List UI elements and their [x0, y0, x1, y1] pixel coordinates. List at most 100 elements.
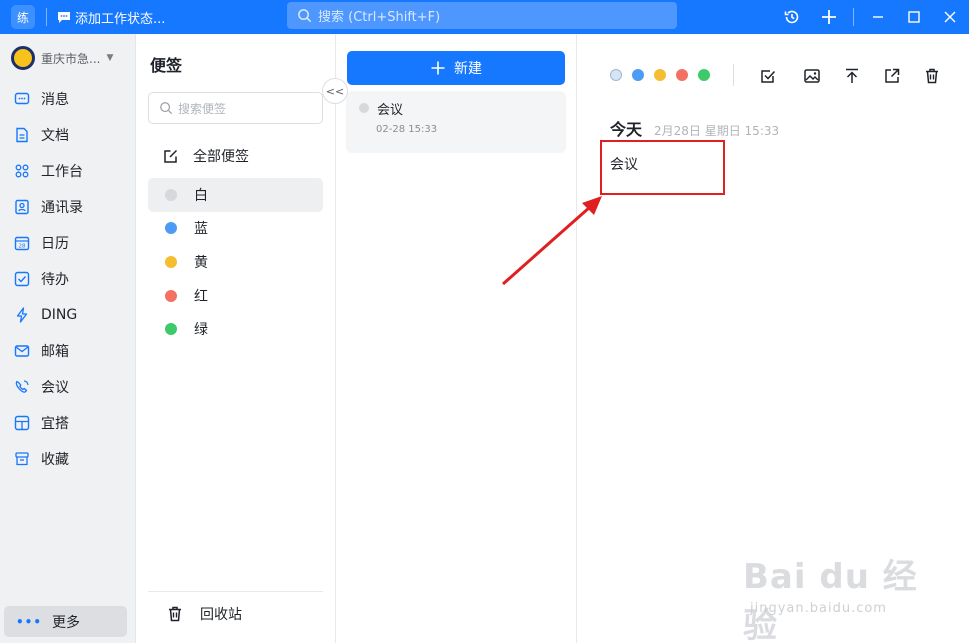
- white-color-option[interactable]: [610, 69, 622, 81]
- sidebar-item-todo[interactable]: 待办: [14, 267, 69, 291]
- meeting-icon: [15, 380, 29, 393]
- sidebar-item-label: DING: [41, 307, 78, 323]
- work-status-label: 添加工作状态...: [75, 11, 166, 27]
- double-chevron-left-icon: <<: [325, 84, 345, 98]
- favorites-icon: [15, 452, 29, 466]
- all-notes-item[interactable]: 全部便签: [162, 146, 249, 166]
- minimize-icon[interactable]: [866, 5, 890, 29]
- share-icon[interactable]: [881, 65, 903, 87]
- plus-icon: [431, 61, 445, 75]
- note-datetime: 2月28日 星期日 15:33: [654, 124, 780, 138]
- highlight-box: [600, 140, 725, 195]
- collapse-panel-button[interactable]: <<: [322, 78, 348, 104]
- category-label: 蓝: [194, 221, 208, 237]
- category-label: 绿: [194, 322, 208, 338]
- all-notes-label: 全部便签: [193, 149, 249, 165]
- red-color-option[interactable]: [676, 69, 688, 81]
- checkbox-icon[interactable]: [757, 65, 779, 87]
- workbench-icon: [15, 164, 29, 178]
- search-placeholder: 搜索 (Ctrl+Shift+F): [318, 10, 441, 25]
- sidebar-item-label: 待办: [41, 272, 69, 288]
- new-note-button[interactable]: 新建: [347, 51, 565, 85]
- today-label: 今天: [610, 120, 643, 139]
- caret-down-icon: ▼: [106, 53, 114, 63]
- sidebar-item-favorites[interactable]: 收藏: [14, 447, 69, 471]
- sidebar-item-label: 日历: [41, 236, 69, 252]
- global-search-input[interactable]: 搜索 (Ctrl+Shift+F): [287, 2, 677, 29]
- sidebar-item-contacts[interactable]: 通讯录: [14, 195, 83, 219]
- org-name: 重庆市急...: [41, 51, 101, 66]
- pin-top-icon[interactable]: [841, 65, 863, 87]
- todo-icon: [14, 271, 30, 287]
- category-label: 红: [194, 289, 208, 305]
- work-status-button[interactable]: 添加工作状态...: [56, 6, 165, 28]
- category-label: 黄: [194, 255, 208, 271]
- sidebar-item-label: 工作台: [41, 164, 83, 180]
- green-dot-icon: [165, 323, 177, 335]
- sidebar-item-label: 更多: [52, 614, 81, 631]
- notes-search-input[interactable]: 搜索便签: [148, 92, 323, 124]
- yellow-dot-icon: [165, 256, 177, 268]
- sidebar-item-label: 收藏: [41, 452, 69, 468]
- yida-icon: [14, 415, 30, 431]
- yellow-color-option[interactable]: [654, 69, 666, 81]
- sidebar-item-messages[interactable]: 消息: [14, 87, 69, 111]
- sidebar-item-workbench[interactable]: 工作台: [14, 159, 83, 183]
- org-switcher[interactable]: 重庆市急... ▼: [11, 46, 113, 70]
- main-sidebar: 重庆市急... ▼ 消息 文档 工作台 通讯录 28 日历 待办 DING 邮箱…: [0, 34, 136, 643]
- maximize-icon[interactable]: [902, 5, 926, 29]
- close-icon[interactable]: [938, 5, 962, 29]
- category-yellow[interactable]: 黄: [148, 245, 323, 279]
- sidebar-item-label: 会议: [41, 380, 69, 396]
- blue-color-option[interactable]: [632, 69, 644, 81]
- sidebar-item-label: 通讯录: [41, 200, 83, 216]
- blue-dot-icon: [165, 222, 177, 234]
- edit-note-icon: [164, 149, 178, 163]
- image-icon[interactable]: [801, 65, 823, 87]
- recycle-bin-item[interactable]: 回收站: [166, 604, 242, 624]
- title-separator: [46, 8, 47, 26]
- search-icon: [298, 9, 312, 23]
- notes-search-placeholder: 搜索便签: [178, 101, 227, 116]
- sidebar-item-calendar[interactable]: 28 日历: [14, 231, 69, 255]
- sidebar-item-ding[interactable]: DING: [14, 303, 77, 327]
- trash-icon[interactable]: [921, 65, 943, 87]
- app-badge[interactable]: 练: [11, 5, 35, 29]
- note-title: 会议: [377, 103, 404, 118]
- panel-title: 便签: [150, 56, 183, 75]
- green-color-option[interactable]: [698, 69, 710, 81]
- message-icon: [14, 92, 30, 105]
- color-picker: [610, 69, 710, 81]
- chat-bubble-icon: [58, 12, 70, 23]
- red-dot-icon: [165, 290, 177, 302]
- category-blue[interactable]: 蓝: [148, 211, 323, 245]
- notes-category-panel: 便签 搜索便签 全部便签 白 蓝 黄 红 绿 回收站: [136, 34, 336, 643]
- sidebar-item-label: 邮箱: [41, 344, 69, 360]
- panel-divider: [148, 591, 323, 592]
- category-label: 白: [194, 188, 208, 204]
- white-dot-icon: [359, 103, 369, 113]
- sidebar-item-docs[interactable]: 文档: [14, 123, 69, 147]
- sidebar-item-more[interactable]: ••• 更多: [4, 606, 127, 637]
- list-item[interactable]: 会议 02-28 15:33: [346, 91, 566, 153]
- sidebar-item-label: 宜搭: [41, 416, 69, 432]
- org-avatar: [11, 46, 35, 70]
- trash-icon: [169, 606, 181, 622]
- plus-icon[interactable]: [817, 5, 841, 29]
- contacts-icon: [15, 199, 29, 215]
- new-note-label: 新建: [454, 61, 482, 77]
- note-editor: 今天 2月28日 星期日 15:33 会议: [577, 34, 969, 643]
- note-date-row: 今天 2月28日 星期日 15:33: [610, 116, 779, 140]
- category-red[interactable]: 红: [148, 279, 323, 313]
- category-green[interactable]: 绿: [148, 312, 323, 346]
- sidebar-item-meeting[interactable]: 会议: [14, 375, 69, 399]
- category-white[interactable]: 白: [148, 178, 323, 212]
- sidebar-item-mail[interactable]: 邮箱: [14, 339, 69, 363]
- more-dots-icon: •••: [16, 614, 43, 629]
- sidebar-item-yida[interactable]: 宜搭: [14, 411, 69, 435]
- note-list: 新建 会议 02-28 15:33: [336, 34, 577, 643]
- mail-icon: [14, 345, 30, 357]
- title-separator: [853, 8, 854, 26]
- history-icon[interactable]: [780, 5, 804, 29]
- calendar-icon: 28: [14, 236, 30, 251]
